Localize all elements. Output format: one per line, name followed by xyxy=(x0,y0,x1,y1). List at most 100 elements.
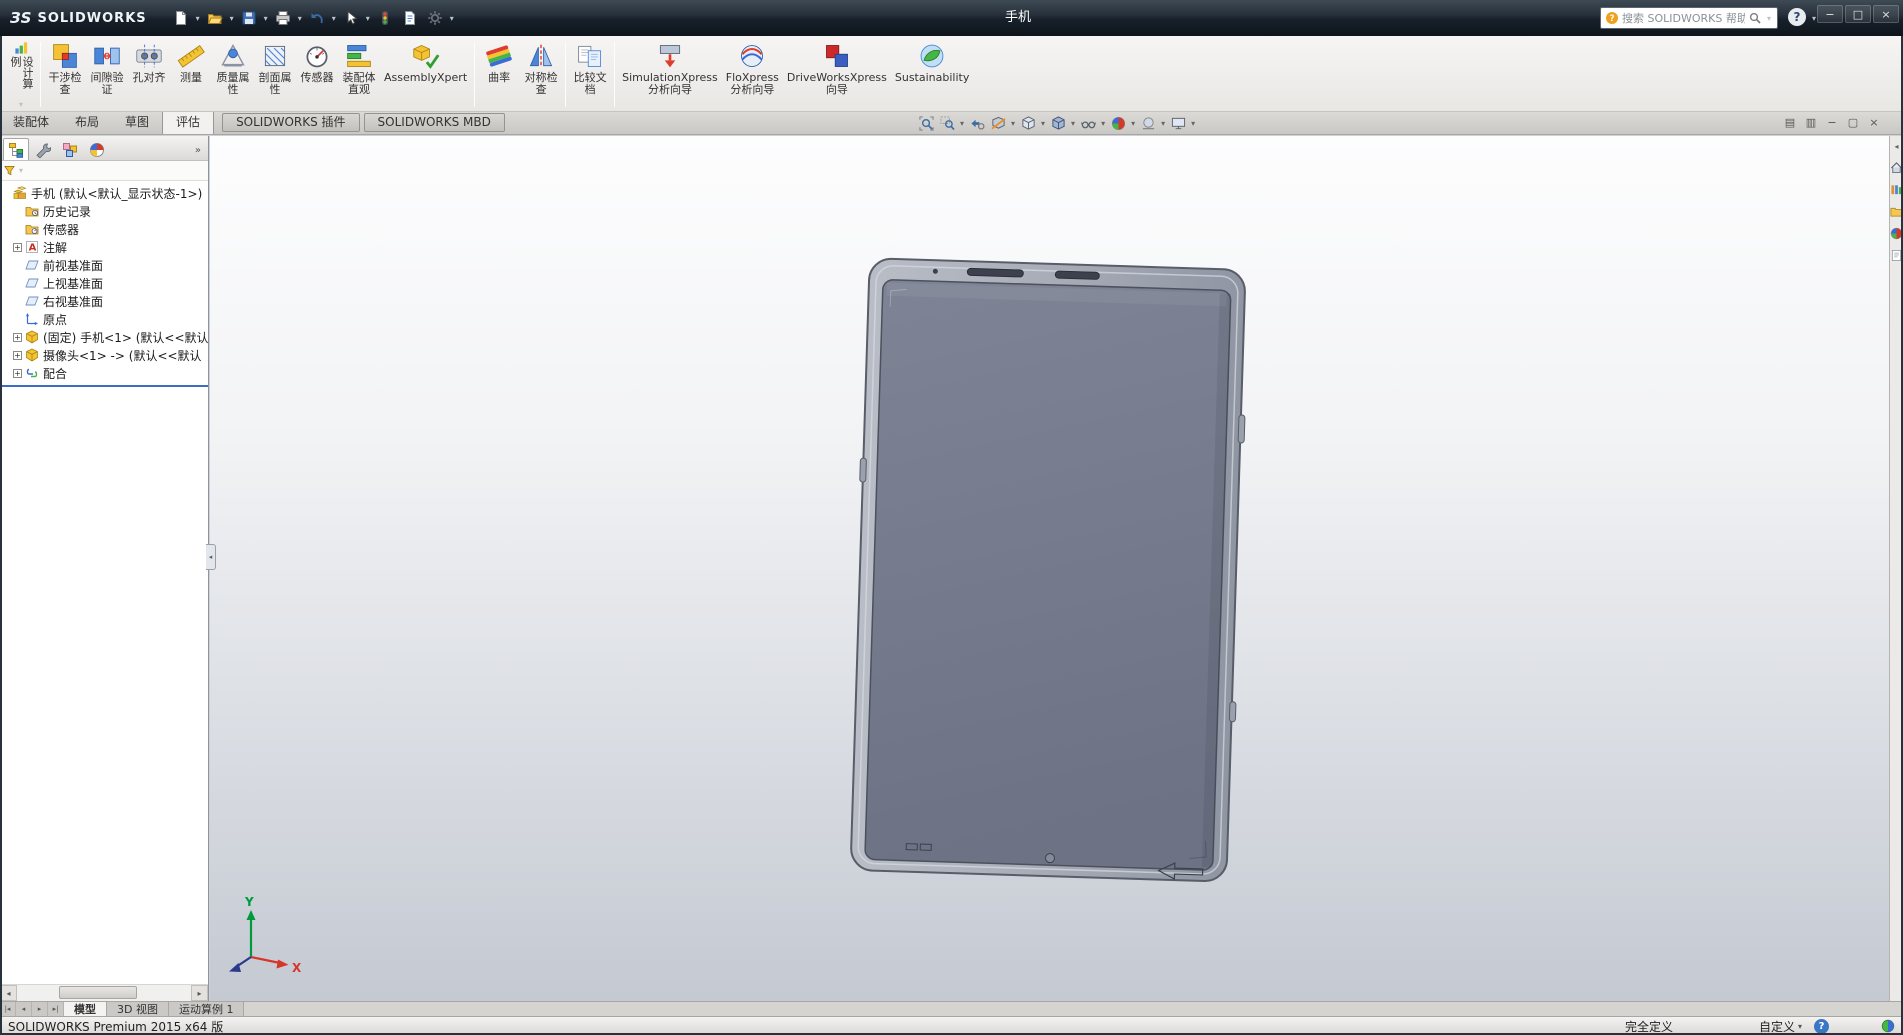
file-properties-button[interactable] xyxy=(398,6,422,30)
panel-horizontal-scrollbar[interactable]: ◂ ▸ xyxy=(0,984,208,1001)
tab-motion-study-1[interactable]: 运动算例 1 xyxy=(169,1002,245,1016)
measure-button[interactable]: 测量 xyxy=(170,38,212,111)
graphics-area[interactable]: Y X xyxy=(210,136,1889,1001)
options-button[interactable] xyxy=(423,6,447,30)
sensor-button[interactable]: 传感器 xyxy=(296,38,338,111)
assembly-visual-button[interactable]: 装配体直观 xyxy=(338,38,380,111)
design-study-dropdown-icon[interactable]: ▾ xyxy=(17,100,25,109)
print-button[interactable] xyxy=(271,6,295,30)
tab-solidworks-addins[interactable]: SOLIDWORKS 插件 xyxy=(222,113,359,132)
view-orientation-button[interactable] xyxy=(1018,114,1038,133)
tree-item[interactable]: 历史记录 xyxy=(0,202,208,220)
new-dropdown-icon[interactable]: ▾ xyxy=(194,14,202,23)
expander-icon[interactable]: + xyxy=(13,351,22,360)
assemblyxpert-button[interactable]: AssemblyXpert xyxy=(380,38,471,111)
tab-sketch[interactable]: 草图 xyxy=(112,112,162,134)
scrollbar-thumb[interactable] xyxy=(59,986,137,999)
rebuild-button[interactable] xyxy=(373,6,397,30)
options-dropdown-icon[interactable]: ▾ xyxy=(448,14,456,23)
section-view-button[interactable] xyxy=(988,114,1008,133)
custom-label[interactable]: 自定义 xyxy=(1759,1018,1795,1035)
open-button[interactable] xyxy=(203,6,227,30)
hide-show-items-button[interactable] xyxy=(1078,114,1098,133)
minimize-button[interactable]: − xyxy=(1817,5,1843,23)
filter-icon[interactable] xyxy=(3,164,16,177)
clearance-button[interactable]: 间隙验证 xyxy=(86,38,128,111)
filter-dropdown-icon[interactable]: ▾ xyxy=(17,166,25,175)
panel-tabs-overflow-icon[interactable]: » xyxy=(191,145,205,160)
view-settings-button[interactable] xyxy=(1168,114,1188,133)
zoom-to-fit-button[interactable] xyxy=(916,114,936,133)
new-button[interactable] xyxy=(169,6,193,30)
interference-button[interactable]: 干涉检查 xyxy=(44,38,86,111)
tab-3d-views[interactable]: 3D 视图 xyxy=(107,1002,169,1016)
status-help-icon[interactable]: ? xyxy=(1814,1019,1829,1034)
doc-restore-button[interactable]: ▢ xyxy=(1844,114,1862,131)
expander-icon[interactable]: + xyxy=(13,333,22,342)
sustainability-button[interactable]: Sustainability xyxy=(891,38,973,111)
edit-appearance-dropdown-icon[interactable]: ▾ xyxy=(1129,119,1137,128)
next-tab-button[interactable]: ▸ xyxy=(32,1002,48,1016)
floxpress-button[interactable]: FloXpress分析向导 xyxy=(722,38,783,111)
apply-scene-dropdown-icon[interactable]: ▾ xyxy=(1159,119,1167,128)
display-style-button[interactable] xyxy=(1048,114,1068,133)
tree-item[interactable]: +(固定) 手机<1> (默认<<默认_ xyxy=(0,328,208,346)
zoom-to-area-dropdown-icon[interactable]: ▾ xyxy=(958,119,966,128)
doc-close-button[interactable]: × xyxy=(1865,114,1883,131)
pane-right-button[interactable]: ▥ xyxy=(1802,114,1820,131)
apply-scene-button[interactable] xyxy=(1138,114,1158,133)
first-tab-button[interactable]: |◂ xyxy=(0,1002,16,1016)
help-button[interactable]: ? xyxy=(1788,8,1806,26)
prev-tab-button[interactable]: ◂ xyxy=(16,1002,32,1016)
mass-button[interactable]: 质量属性 xyxy=(212,38,254,111)
tree-item[interactable]: 前视基准面 xyxy=(0,256,208,274)
last-tab-button[interactable]: ▸| xyxy=(48,1002,64,1016)
tree-item[interactable]: 传感器 xyxy=(0,220,208,238)
displaymanager-tab[interactable] xyxy=(84,138,110,160)
driveworks-button[interactable]: DriveWorksXpress向导 xyxy=(783,38,891,111)
hide-show-items-dropdown-icon[interactable]: ▾ xyxy=(1099,119,1107,128)
edit-appearance-button[interactable] xyxy=(1108,114,1128,133)
tree-item[interactable]: +配合 xyxy=(0,364,208,382)
undo-button[interactable] xyxy=(305,6,329,30)
select-dropdown-icon[interactable]: ▾ xyxy=(364,14,372,23)
zoom-to-area-button[interactable] xyxy=(937,114,957,133)
tree-item[interactable]: 右视基准面 xyxy=(0,292,208,310)
print-dropdown-icon[interactable]: ▾ xyxy=(296,14,304,23)
pane-left-button[interactable]: ▤ xyxy=(1781,114,1799,131)
scrollbar-track[interactable] xyxy=(17,985,191,1001)
tree-item[interactable]: +A注解 xyxy=(0,238,208,256)
save-button[interactable] xyxy=(237,6,261,30)
featuremanager-tree-tab[interactable] xyxy=(3,138,29,160)
tree-item[interactable]: +摄像头<1> -> (默认<<默认 xyxy=(0,346,208,364)
tab-evaluate[interactable]: 评估 xyxy=(162,112,214,134)
expander-icon[interactable]: + xyxy=(13,369,22,378)
scroll-left-button[interactable]: ◂ xyxy=(0,985,17,1001)
tab-solidworks-mbd[interactable]: SOLIDWORKS MBD xyxy=(364,113,505,132)
select-button[interactable] xyxy=(339,6,363,30)
search-box[interactable]: ? ▾ xyxy=(1600,7,1778,29)
search-icon[interactable] xyxy=(1748,11,1762,25)
display-style-dropdown-icon[interactable]: ▾ xyxy=(1069,119,1077,128)
status-dropdown-icon[interactable]: ▾ xyxy=(1798,1022,1802,1031)
phone-model[interactable]: Y X xyxy=(210,136,1889,1001)
compare-button[interactable]: 比较文档 xyxy=(569,38,611,111)
undo-dropdown-icon[interactable]: ▾ xyxy=(330,14,338,23)
tree-item[interactable]: 上视基准面 xyxy=(0,274,208,292)
close-button[interactable]: × xyxy=(1873,5,1899,23)
previous-view-button[interactable] xyxy=(967,114,987,133)
task-pane-expand-icon[interactable]: ◂ xyxy=(1894,142,1898,152)
panel-collapse-handle[interactable]: ◂ xyxy=(206,544,216,570)
doc-minimize-button[interactable]: − xyxy=(1823,114,1841,131)
propertymanager-tab[interactable] xyxy=(30,138,56,160)
design-study-button[interactable]: 设计算例▾ xyxy=(5,38,37,111)
expander-icon[interactable]: + xyxy=(13,243,22,252)
search-dropdown-icon[interactable]: ▾ xyxy=(1765,14,1773,23)
section-props-button[interactable]: 剖面属性 xyxy=(254,38,296,111)
view-orientation-dropdown-icon[interactable]: ▾ xyxy=(1039,119,1047,128)
tab-model[interactable]: 模型 xyxy=(64,1002,107,1016)
save-dropdown-icon[interactable]: ▾ xyxy=(262,14,270,23)
open-dropdown-icon[interactable]: ▾ xyxy=(228,14,236,23)
simulationxpress-button[interactable]: SimulationXpress分析向导 xyxy=(618,38,722,111)
hole-align-button[interactable]: 孔对齐 xyxy=(128,38,170,111)
